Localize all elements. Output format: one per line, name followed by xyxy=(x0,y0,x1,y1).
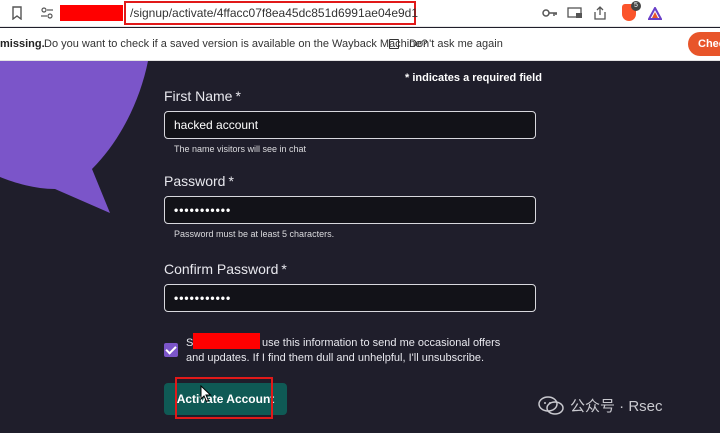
browser-toolbar: /signup/activate/4ffacc07f8ea45dc851d699… xyxy=(0,0,720,27)
install-app-icon[interactable] xyxy=(566,4,584,22)
confirm-password-label-text: Confirm Password xyxy=(164,261,279,277)
address-bar[interactable]: /signup/activate/4ffacc07f8ea45dc851d699… xyxy=(38,1,528,25)
check-wayback-button[interactable]: Check xyxy=(688,32,720,56)
url-highlight-box: /signup/activate/4ffacc07f8ea45dc851d699… xyxy=(124,1,418,25)
bookmark-icon[interactable] xyxy=(8,4,26,22)
redacted-site-name xyxy=(193,333,260,349)
required-star: * xyxy=(228,173,234,189)
dont-ask-checkbox[interactable] xyxy=(389,39,399,49)
speech-bubble-decoration xyxy=(0,61,148,213)
first-name-input[interactable]: hacked account xyxy=(164,111,536,139)
confirm-password-label: Confirm Password * xyxy=(164,261,287,277)
brave-rewards-icon[interactable] xyxy=(646,4,664,22)
watermark: 公众号 · Rsec xyxy=(538,395,663,416)
password-label: Password * xyxy=(164,173,234,189)
confirm-password-input[interactable]: ••••••••••• xyxy=(164,284,536,312)
infobar-missing-text: missing. xyxy=(0,38,45,50)
required-star: * xyxy=(235,88,241,104)
infobar-question: Do you want to check if a saved version … xyxy=(44,38,428,50)
shield-count-badge: 5 xyxy=(631,1,641,11)
url-path[interactable]: /signup/activate/4ffacc07f8ea45dc851d699… xyxy=(130,6,418,20)
password-value: ••••••••••• xyxy=(174,203,232,217)
first-name-value: hacked account xyxy=(174,118,259,132)
password-help: Password must be at least 5 characters. xyxy=(174,229,335,239)
wechat-icon xyxy=(538,395,564,415)
offers-text-end: use this information to send me occasion… xyxy=(262,337,501,349)
confirm-password-value: ••••••••••• xyxy=(174,291,232,305)
button-highlight-box xyxy=(175,377,273,419)
redacted-domain xyxy=(60,5,123,21)
mouse-cursor-icon xyxy=(200,385,212,403)
password-input[interactable]: ••••••••••• xyxy=(164,196,536,224)
first-name-label-text: First Name xyxy=(164,88,233,104)
first-name-label: First Name * xyxy=(164,88,241,104)
offers-text-line2: and updates. If I find them dull and unh… xyxy=(186,352,485,364)
wayback-infobar: missing. Do you want to check if a saved… xyxy=(0,28,720,61)
required-star: * xyxy=(281,261,287,277)
offers-checkbox[interactable] xyxy=(164,343,178,357)
share-icon[interactable] xyxy=(591,4,609,22)
first-name-help: The name visitors will see in chat xyxy=(174,144,307,154)
required-field-note: * indicates a required field xyxy=(405,72,542,84)
site-settings-icon[interactable] xyxy=(38,4,56,22)
password-label-text: Password xyxy=(164,173,226,189)
watermark-text: 公众号 · Rsec xyxy=(570,398,663,415)
key-icon[interactable] xyxy=(541,4,559,22)
dont-ask-label[interactable]: Don't ask me again xyxy=(409,38,503,50)
